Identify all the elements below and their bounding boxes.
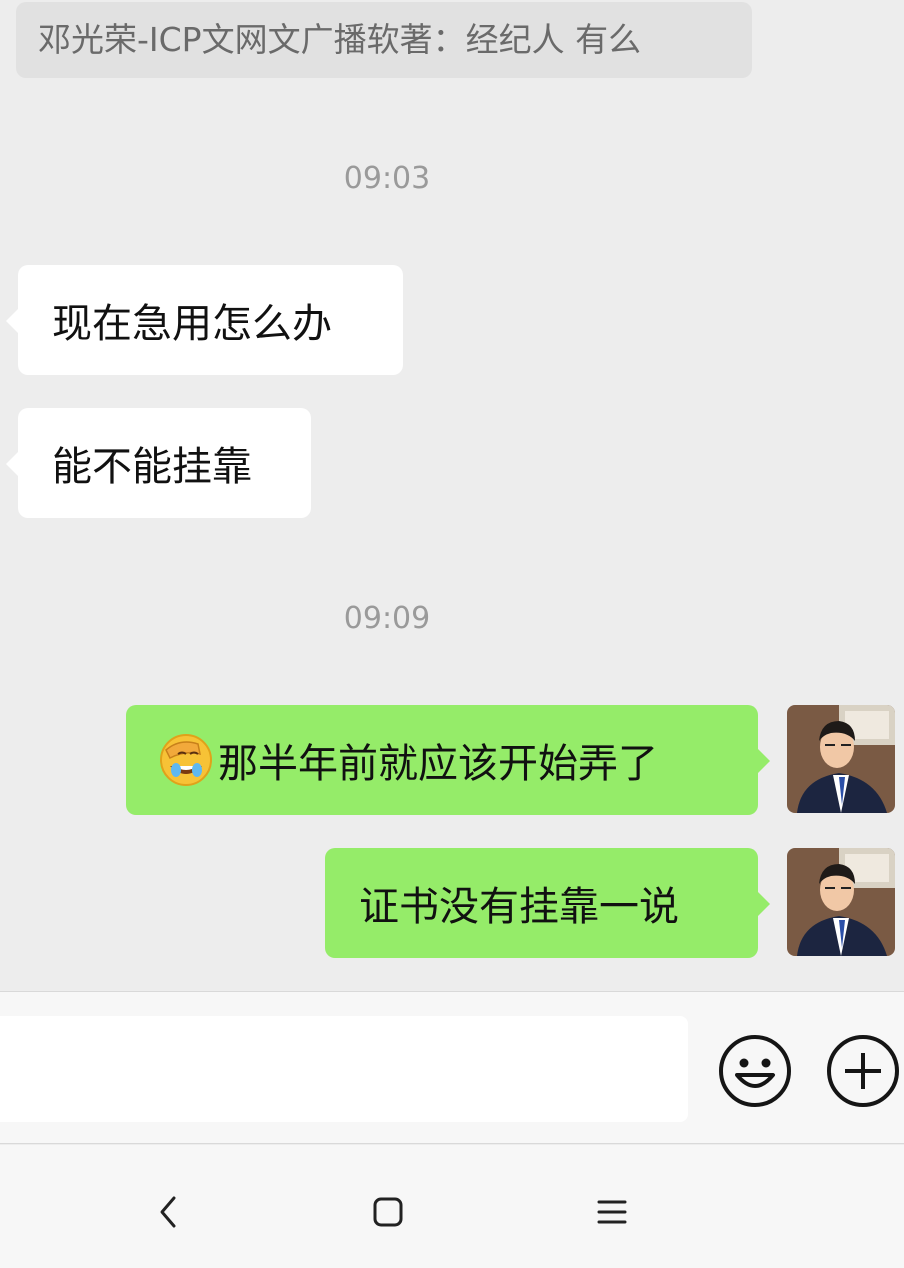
input-bar	[0, 991, 904, 1144]
square-icon[interactable]	[358, 1187, 418, 1237]
avatar[interactable]	[787, 848, 895, 956]
timestamp: 09:09	[343, 601, 431, 636]
outgoing-message-bubble[interactable]: 那半年前就应该开始弄了	[126, 705, 770, 815]
avatar-photo	[787, 848, 895, 956]
smiley-icon[interactable]	[717, 1033, 793, 1109]
plus-circle-icon[interactable]	[825, 1033, 901, 1109]
facepalm-laughing-emoji	[160, 734, 212, 786]
message-input[interactable]	[0, 1016, 688, 1122]
incoming-message-bubble[interactable]: 能不能挂靠	[6, 408, 311, 518]
chevron-left-icon[interactable]	[138, 1187, 198, 1237]
message-text: 现在急用怎么办	[52, 301, 332, 347]
outgoing-message-bubble[interactable]: 证书没有挂靠一说	[325, 848, 770, 958]
quoted-message[interactable]: 邓光荣-ICP文网文广播软著：经纪人 有么	[16, 2, 752, 78]
avatar-photo	[787, 705, 895, 813]
timestamp: 09:03	[343, 161, 431, 196]
message-text: 能不能挂靠	[52, 444, 252, 490]
message-text: 那半年前就应该开始弄了	[218, 741, 658, 787]
message-text: 证书没有挂靠一说	[359, 884, 679, 930]
menu-lines-icon[interactable]	[582, 1187, 642, 1237]
system-navigation-bar	[0, 1145, 904, 1268]
incoming-message-bubble[interactable]: 现在急用怎么办	[6, 265, 403, 375]
avatar[interactable]	[787, 705, 895, 813]
